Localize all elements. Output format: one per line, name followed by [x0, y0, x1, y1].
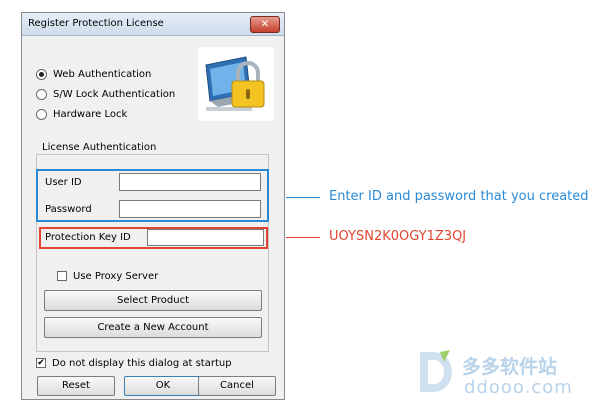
dialog-title: Register Protection License [28, 18, 164, 29]
watermark-url: ddooo.com [464, 377, 573, 398]
use-proxy-checkbox[interactable]: Use Proxy Server [57, 269, 158, 283]
use-proxy-label: Use Proxy Server [73, 270, 159, 282]
ok-button[interactable]: OK [124, 376, 202, 396]
radio-web-authentication[interactable]: Web Authentication [36, 67, 151, 81]
do-not-display-checkbox[interactable]: ✔ Do not display this dialog at startup [36, 356, 232, 370]
radio-button-selected-icon [36, 68, 47, 80]
group-title: License Authentication [40, 142, 159, 153]
checkbox-checked-icon: ✔ [36, 358, 46, 368]
checkbox-icon [57, 271, 67, 281]
radio-label-sw-lock: S/W Lock Authentication [53, 88, 176, 100]
credentials-highlight-box [36, 169, 269, 222]
do-not-display-label: Do not display this dialog at startup [52, 357, 232, 369]
close-icon: ✕ [260, 19, 270, 30]
close-button[interactable]: ✕ [250, 16, 280, 33]
radio-sw-lock-authentication[interactable]: S/W Lock Authentication [36, 87, 175, 101]
watermark-brand: 多多软件站 [462, 356, 558, 378]
title-bar[interactable]: Register Protection License ✕ [22, 13, 284, 36]
select-product-button[interactable]: Select Product [44, 290, 262, 311]
create-account-button[interactable]: Create a New Account [44, 317, 262, 338]
key-callout-line [286, 237, 320, 238]
cancel-button[interactable]: Cancel [198, 376, 276, 396]
register-license-dialog: Register Protection License ✕ Web Authen… [21, 12, 285, 400]
ddooo-logo-icon [420, 350, 452, 392]
credentials-callout-text: Enter ID and password that you created [329, 189, 589, 204]
radio-label-web: Web Authentication [53, 68, 152, 80]
reset-button[interactable]: Reset [37, 376, 115, 396]
radio-label-hardware: Hardware Lock [53, 108, 128, 120]
monitor-padlock-icon [198, 47, 274, 121]
radio-button-icon [36, 108, 47, 120]
key-callout-text: UOYSN2K0OGY1Z3QJ [329, 229, 467, 244]
credentials-callout-line [286, 197, 320, 198]
protection-key-highlight-box [39, 227, 268, 249]
radio-hardware-lock[interactable]: Hardware Lock [36, 107, 127, 121]
radio-button-icon [36, 88, 47, 100]
